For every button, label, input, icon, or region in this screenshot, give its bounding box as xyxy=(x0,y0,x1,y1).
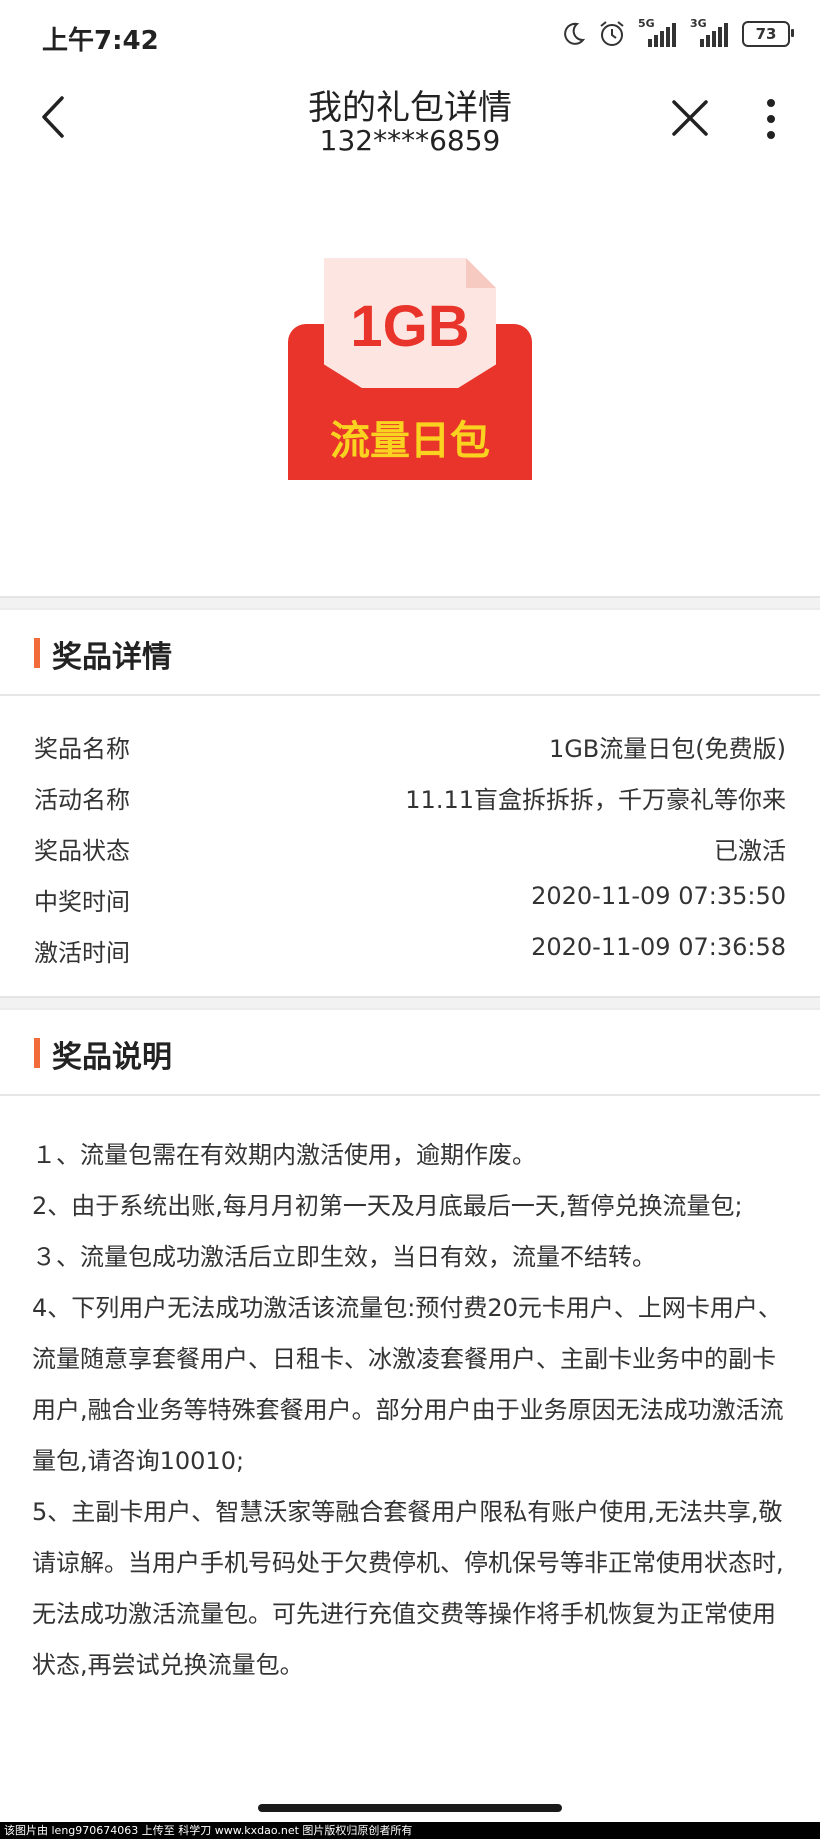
battery-icon: 73 xyxy=(742,21,794,47)
note-item: 2、由于系统出账,每月月初第一天及月底最后一天,暂停兑换流量包; xyxy=(32,1192,743,1220)
detail-row: 活动名称 11.11盲盒拆拆拆，千万豪礼等你来 xyxy=(34,774,786,818)
detail-value: 1GB流量日包(免费版) xyxy=(548,735,786,763)
signal-5g-icon: 5G xyxy=(638,17,678,47)
detail-value: 2020-11-09 07:36:58 xyxy=(531,933,786,961)
status-icons: 5G 3G 73 xyxy=(560,17,794,48)
section-divider xyxy=(0,596,820,610)
more-icon[interactable] xyxy=(756,96,786,142)
watermark: 该图片由 leng970674063 上传至 科学刀 www.kxdao.net… xyxy=(0,1822,820,1839)
envelope-name: 流量日包 xyxy=(330,418,490,464)
detail-key: 奖品状态 xyxy=(34,837,130,865)
accent-bar xyxy=(34,1038,40,1068)
network-label-2: 3G xyxy=(690,17,707,30)
alarm-icon xyxy=(600,21,624,46)
status-bar: 上午7:42 5G 3G 73 xyxy=(0,0,820,70)
prize-notes-body: １、流量包需在有效期内激活使用，逾期作废。 2、由于系统出账,每月月初第一天及月… xyxy=(32,1130,792,1691)
detail-row: 中奖时间 2020-11-09 07:35:50 xyxy=(34,876,786,920)
detail-row: 激活时间 2020-11-09 07:36:58 xyxy=(34,927,786,971)
note-item: 5、主副卡用户、智慧沃家等融合套餐用户限私有账户使用,无法共享,敬请谅解。当用户… xyxy=(32,1498,784,1679)
envelope-amount: 1GB xyxy=(350,294,469,359)
detail-value: 已激活 xyxy=(714,837,786,865)
detail-value: 11.11盲盒拆拆拆，千万豪礼等你来 xyxy=(405,786,786,814)
gift-banner: 1GB 流量日包 xyxy=(0,170,820,590)
section-title: 奖品详情 xyxy=(52,640,172,675)
battery-level: 73 xyxy=(755,25,777,43)
detail-row: 奖品名称 1GB流量日包(免费版) xyxy=(34,723,786,767)
home-indicator[interactable] xyxy=(258,1804,562,1812)
accent-bar xyxy=(34,638,40,668)
prize-notes-header: 奖品说明 xyxy=(0,1010,820,1096)
prize-details-header: 奖品详情 xyxy=(0,610,820,696)
detail-key: 中奖时间 xyxy=(34,888,130,916)
detail-key: 活动名称 xyxy=(34,786,130,814)
moon-icon xyxy=(564,22,586,45)
status-time: 上午7:42 xyxy=(42,26,159,56)
signal-3g-icon: 3G xyxy=(690,17,730,47)
nav-header: 我的礼包详情 132****6859 xyxy=(0,70,820,170)
detail-row: 奖品状态 已激活 xyxy=(34,825,786,869)
note-item: 4、下列用户无法成功激活该流量包:预付费20元卡用户、上网卡用户、流量随意享套餐… xyxy=(32,1294,784,1475)
note-item: ３、流量包成功激活后立即生效，当日有效，流量不结转。 xyxy=(32,1243,656,1271)
detail-key: 奖品名称 xyxy=(34,735,130,763)
close-icon[interactable] xyxy=(670,98,710,138)
detail-value: 2020-11-09 07:35:50 xyxy=(531,882,786,910)
network-label-1: 5G xyxy=(638,17,655,30)
section-divider xyxy=(0,996,820,1010)
section-title: 奖品说明 xyxy=(52,1040,172,1075)
note-item: １、流量包需在有效期内激活使用，逾期作废。 xyxy=(32,1141,536,1169)
red-envelope-icon: 1GB 流量日包 xyxy=(288,258,532,480)
detail-key: 激活时间 xyxy=(34,939,130,967)
